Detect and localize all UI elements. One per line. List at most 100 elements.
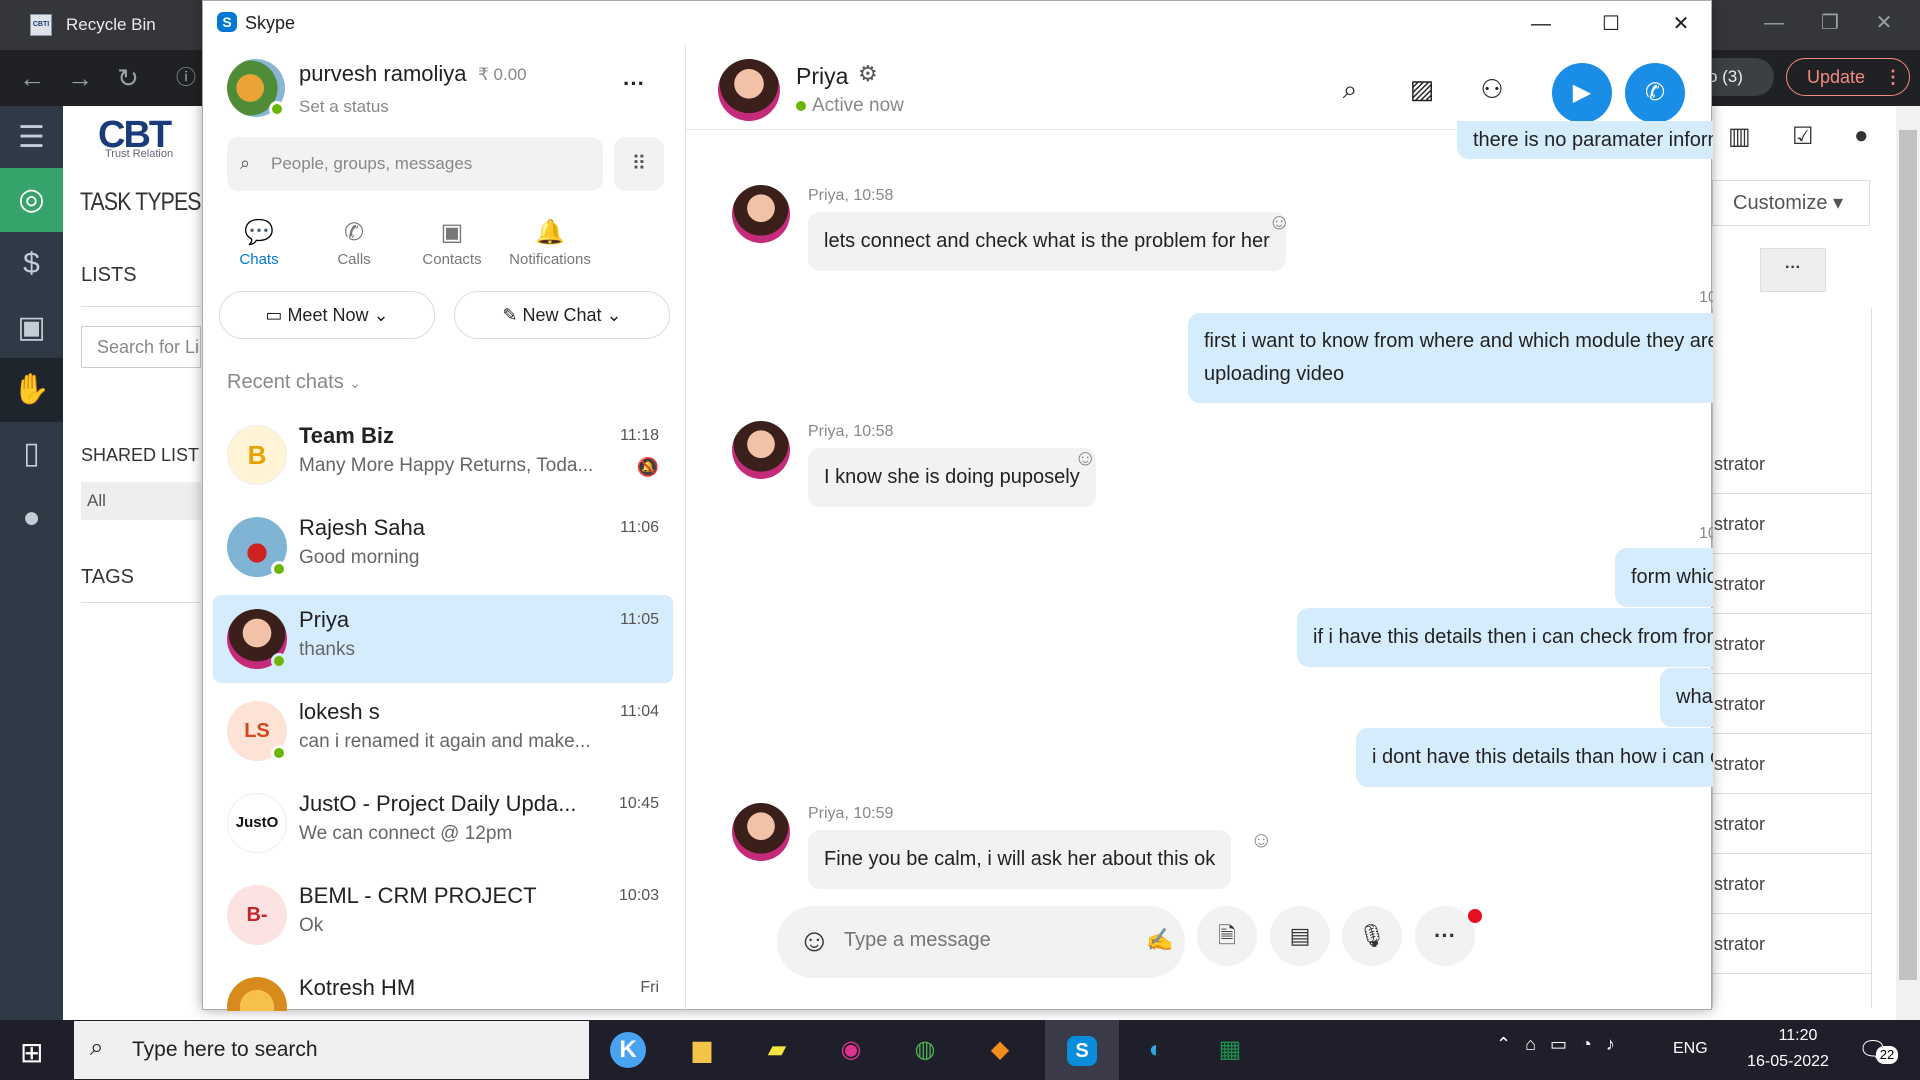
- chat-time: 11:06: [620, 519, 659, 536]
- hamburger-menu-icon[interactable]: ☰: [0, 106, 63, 170]
- language-indicator[interactable]: ENG: [1673, 1040, 1708, 1058]
- contact-avatar[interactable]: [718, 59, 780, 121]
- recent-chats-dropdown[interactable]: Recent chats ⌄: [227, 371, 361, 394]
- target-icon[interactable]: ◎: [0, 168, 63, 232]
- maximize-icon[interactable]: ☐: [1581, 7, 1641, 41]
- user-icon[interactable]: ●: [0, 486, 63, 550]
- sticky-notes-icon[interactable]: ▰: [741, 1022, 813, 1078]
- tab-chats[interactable]: 💬 Chats: [204, 215, 314, 285]
- message-input[interactable]: [844, 929, 1074, 952]
- chat-item-beml[interactable]: B- BEML - CRM PROJECT 10:03 Ok: [213, 871, 673, 959]
- windows-start-icon[interactable]: ⊞: [20, 1036, 43, 1069]
- contact-card-button[interactable]: ▤: [1270, 906, 1330, 966]
- chrome-icon[interactable]: ◍: [889, 1022, 961, 1078]
- table-row[interactable]: strator: [1712, 914, 1872, 974]
- voice-message-button[interactable]: 🎙: [1342, 906, 1402, 966]
- message-incoming[interactable]: lets connect and check what is the probl…: [808, 212, 1286, 271]
- more-options-button[interactable]: ···: [1415, 906, 1475, 966]
- more-options-icon[interactable]: ···: [1760, 248, 1826, 292]
- video-call-button[interactable]: ▶: [1552, 63, 1612, 123]
- account-icon[interactable]: ●: [1854, 122, 1869, 150]
- table-row[interactable]: strator: [1712, 434, 1872, 494]
- scrollbar-thumb[interactable]: [1899, 130, 1917, 980]
- new-chat-button[interactable]: ✎ New Chat ⌄: [454, 291, 670, 339]
- smiley-reaction-icon[interactable]: ☺: [1074, 445, 1096, 471]
- meet-now-button[interactable]: ▭ Meet Now ⌄: [219, 291, 435, 339]
- minimize-icon[interactable]: —: [1511, 7, 1571, 41]
- device-icon[interactable]: ▯: [0, 422, 63, 486]
- message-outgoing[interactable]: what issues: [1660, 668, 1713, 727]
- customize-button[interactable]: Customize ▾: [1712, 180, 1870, 226]
- system-tray-icons[interactable]: ⌃⌂▭◔♪: [1496, 1034, 1629, 1055]
- close-icon[interactable]: ✕: [1651, 7, 1711, 41]
- message-outgoing[interactable]: there is no paramater information: [1457, 121, 1713, 159]
- back-icon[interactable]: ←: [12, 58, 52, 98]
- message-outgoing[interactable]: first i want to know from where and whic…: [1188, 313, 1713, 403]
- clock-time[interactable]: 11:20: [1758, 1027, 1838, 1045]
- handshake-icon[interactable]: ✋: [0, 358, 63, 422]
- reload-icon[interactable]: ↻: [108, 58, 148, 98]
- report-chart-icon[interactable]: ▥: [1728, 122, 1751, 151]
- bg-restore-icon[interactable]: ❐: [1812, 8, 1848, 38]
- smiley-reaction-icon[interactable]: ☺: [1268, 209, 1290, 235]
- profile-name[interactable]: purvesh ramoliya: [299, 61, 467, 87]
- chat-item-kotresh-hm[interactable]: Kotresh HM Fri: [213, 963, 673, 1011]
- skype-taskbar-icon[interactable]: S: [1046, 1022, 1118, 1078]
- task-check-icon[interactable]: ☑: [1792, 122, 1814, 151]
- chat-item-lokesh-s[interactable]: LS lokesh s 11:04 can i renamed it again…: [213, 687, 673, 775]
- table-row[interactable]: strator: [1712, 854, 1872, 914]
- table-row[interactable]: strator: [1712, 614, 1872, 674]
- online-status-icon: [269, 101, 285, 117]
- add-people-icon[interactable]: ⚇: [1470, 67, 1514, 111]
- forward-icon[interactable]: →: [60, 58, 100, 98]
- taskbar-search-input[interactable]: Type here to search: [74, 1021, 589, 1079]
- app-icon-k[interactable]: K: [592, 1022, 664, 1078]
- chat-item-rajesh-saha[interactable]: Rajesh Saha 11:06 Good morning: [213, 503, 673, 591]
- gallery-icon[interactable]: ▨: [1400, 67, 1444, 111]
- gear-icon[interactable]: ⚙: [858, 61, 878, 87]
- edge-icon[interactable]: ◐: [1120, 1022, 1192, 1078]
- bg-close-icon[interactable]: ✕: [1866, 8, 1902, 38]
- message-incoming[interactable]: Fine you be calm, i will ask her about t…: [808, 830, 1232, 889]
- ink-pen-icon[interactable]: ✍: [1146, 927, 1173, 953]
- chat-item-team-biz[interactable]: B Team Biz 11:18 Many More Happy Returns…: [213, 411, 673, 499]
- file-explorer-icon[interactable]: ▆: [666, 1022, 738, 1078]
- audio-call-button[interactable]: ✆: [1625, 63, 1685, 123]
- table-row[interactable]: strator: [1712, 734, 1872, 794]
- dialpad-icon[interactable]: ⠿: [614, 137, 664, 191]
- tab-notifications[interactable]: 🔔 Notifications: [495, 215, 605, 285]
- message-outgoing[interactable]: i dont have this details than how i can …: [1356, 728, 1713, 787]
- more-options-icon[interactable]: ···: [623, 71, 645, 97]
- file-attach-button[interactable]: 🗎: [1197, 906, 1257, 966]
- browser-menu-icon[interactable]: ⋮: [1884, 62, 1902, 92]
- skype-credit[interactable]: ₹ 0.00: [478, 65, 527, 85]
- message-outgoing[interactable]: if i have this details then i can check …: [1297, 608, 1713, 667]
- table-row[interactable]: strator: [1712, 494, 1872, 554]
- clock-date[interactable]: 16-05-2022: [1738, 1053, 1838, 1071]
- table-row[interactable]: strator: [1712, 554, 1872, 614]
- excel-icon[interactable]: ▦: [1194, 1022, 1266, 1078]
- contact-name[interactable]: Priya: [796, 63, 848, 90]
- tab-calls[interactable]: ✆ Calls: [299, 215, 409, 285]
- customize-label: Customize: [1733, 192, 1828, 214]
- contact-card-icon[interactable]: ▣: [0, 296, 63, 360]
- emoji-icon[interactable]: ☺: [798, 922, 831, 959]
- table-row[interactable]: strator: [1712, 794, 1872, 854]
- set-status-link[interactable]: Set a status: [299, 97, 389, 117]
- chat-item-priya[interactable]: Priya 11:05 thanks: [213, 595, 673, 683]
- message-incoming[interactable]: I know she is doing puposely: [808, 448, 1096, 507]
- wamp-icon[interactable]: ◉: [815, 1022, 887, 1078]
- sublime-text-icon[interactable]: ◆: [964, 1022, 1036, 1078]
- bg-minimize-icon[interactable]: —: [1756, 8, 1792, 38]
- money-bag-icon[interactable]: $: [0, 232, 63, 296]
- site-info-icon[interactable]: ⓘ: [166, 58, 206, 98]
- search-icon[interactable]: ⌕: [1328, 67, 1372, 111]
- message-outgoing[interactable]: form which user: [1615, 548, 1713, 607]
- table-row[interactable]: strator: [1712, 674, 1872, 734]
- chat-item-justo[interactable]: JustO JustO - Project Daily Upda... 10:4…: [213, 779, 673, 867]
- search-input[interactable]: People, groups, messages: [227, 137, 603, 191]
- crm-search-input[interactable]: Search for Li: [81, 326, 201, 368]
- smiley-reaction-icon[interactable]: ☺: [1250, 827, 1272, 853]
- shared-list-select[interactable]: All: [81, 482, 201, 520]
- tab-contacts[interactable]: ▣ Contacts: [397, 215, 507, 285]
